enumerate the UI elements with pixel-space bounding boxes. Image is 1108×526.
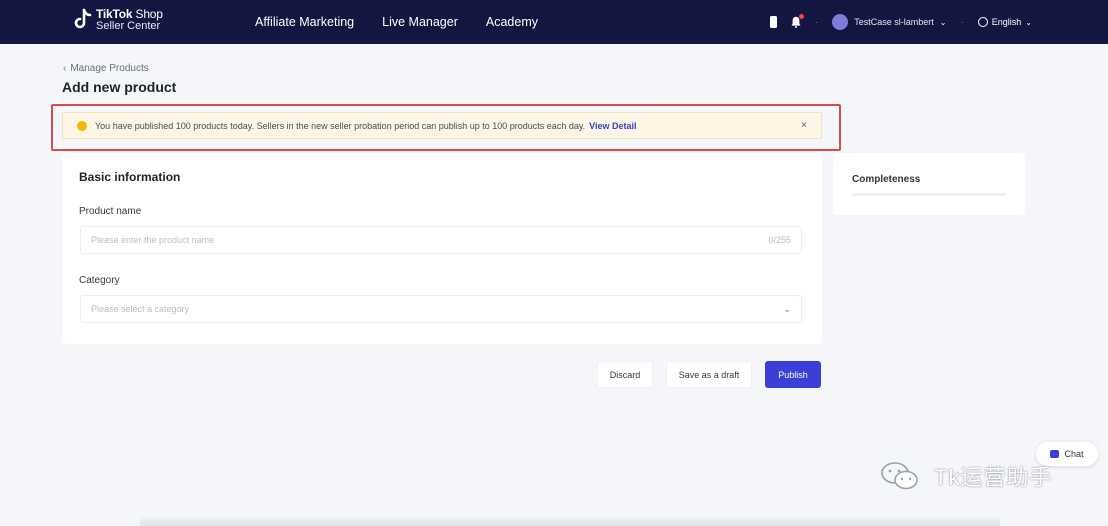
category-placeholder: Please select a category	[91, 304, 190, 314]
language-label: English	[991, 17, 1022, 27]
save-draft-button[interactable]: Save as a draft	[666, 361, 752, 388]
warning-icon	[77, 120, 87, 131]
breadcrumb[interactable]: ‹ Manage Products	[63, 63, 149, 74]
notification-dot	[798, 14, 804, 19]
completeness-progress-bar	[852, 193, 1006, 196]
logo-shop: Shop	[132, 7, 163, 21]
close-icon[interactable]: ×	[801, 120, 807, 131]
top-navbar: TikTok Shop Seller Center Affiliate Mark…	[0, 0, 1108, 44]
category-select[interactable]: Please select a category ⌄	[80, 295, 802, 323]
divider-dot: ·	[814, 16, 819, 28]
logo-brand: TikTok	[96, 7, 133, 21]
product-name-placeholder: Please enter the product name	[91, 235, 215, 245]
section-title: Basic information	[79, 170, 181, 184]
basic-information-card: Basic information Product name Please en…	[62, 153, 822, 344]
avatar	[832, 14, 849, 30]
product-name-input[interactable]: Please enter the product name 0/255	[80, 226, 802, 254]
completeness-card: Completeness	[833, 153, 1025, 215]
logo-subtitle: Seller Center	[96, 20, 161, 32]
mobile-icon[interactable]	[769, 16, 777, 28]
watermark: Tk运营助手	[880, 460, 1052, 492]
nav-live-manager[interactable]: Live Manager	[382, 15, 458, 29]
globe-icon	[977, 17, 988, 27]
view-detail-link[interactable]: View Detail	[589, 121, 636, 131]
page-title: Add new product	[62, 79, 177, 95]
chat-label: Chat	[1064, 449, 1084, 459]
chat-icon	[1050, 450, 1060, 458]
user-name: TestCase sl-lambert	[854, 17, 934, 27]
main-nav: Affiliate Marketing Live Manager Academy	[255, 0, 538, 44]
discard-button[interactable]: Discard	[597, 361, 653, 388]
language-selector[interactable]: English ⌄	[977, 17, 1032, 27]
nav-academy[interactable]: Academy	[486, 15, 538, 29]
chevron-down-icon: ⌄	[1025, 17, 1032, 27]
nav-affiliate-marketing[interactable]: Affiliate Marketing	[255, 15, 354, 29]
product-name-label: Product name	[79, 206, 142, 217]
watermark-text: Tk运营助手	[934, 465, 1053, 490]
completeness-title: Completeness	[852, 174, 921, 185]
chevron-left-icon: ‹	[63, 63, 67, 74]
tiktok-icon	[72, 8, 92, 32]
publish-button[interactable]: Publish	[765, 361, 821, 388]
user-menu[interactable]: TestCase sl-lambert ⌄	[832, 14, 946, 30]
banner-message: You have published 100 products today. S…	[95, 120, 586, 131]
tiktok-shop-logo[interactable]: TikTok Shop Seller Center	[72, 8, 163, 32]
breadcrumb-manage-products[interactable]: Manage Products	[70, 63, 148, 74]
header-right: · TestCase sl-lambert ⌄ · English ⌄	[769, 0, 1032, 44]
category-label: Category	[79, 275, 120, 286]
char-counter: 0/255	[768, 235, 791, 245]
bottom-shadow	[140, 516, 1000, 526]
bell-icon[interactable]	[791, 14, 804, 28]
divider-dot: ·	[960, 16, 964, 28]
chevron-down-icon: ⌄	[783, 303, 791, 314]
chevron-down-icon: ⌄	[939, 17, 947, 27]
wechat-icon	[880, 460, 920, 492]
warning-banner: You have published 100 products today. S…	[62, 112, 822, 139]
